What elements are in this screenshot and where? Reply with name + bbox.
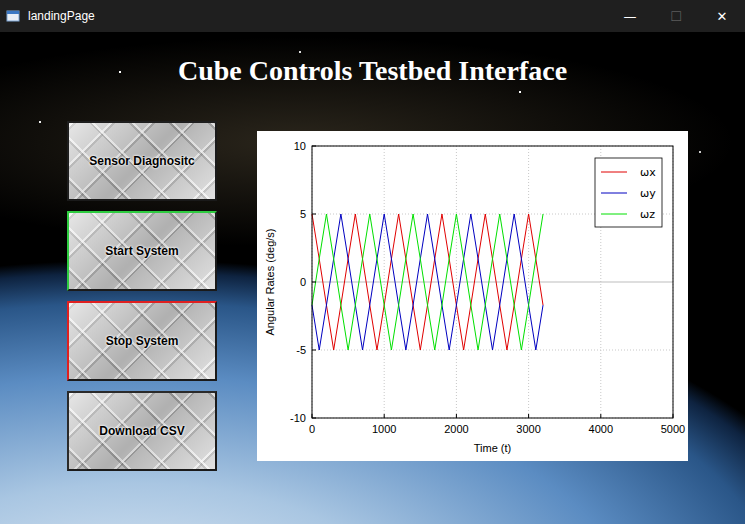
app-window: landingPage —☐✕Cube Controls Testbed Inte… xyxy=(0,0,745,524)
tick-mark xyxy=(600,414,601,418)
close-button[interactable]: ✕ xyxy=(699,0,745,32)
action-button[interactable]: Sensor Diagnositc xyxy=(67,121,217,201)
tick-mark xyxy=(456,414,457,418)
tick-mark xyxy=(312,282,316,283)
line-chart: 0 1000 2000 3000 4000 5000 10 5 0 -5 -10 Time (t) An… xyxy=(257,131,688,461)
y-tick-label: 10 xyxy=(294,140,306,152)
x-tick-label: 0 xyxy=(309,423,315,435)
plot-area xyxy=(312,146,673,418)
y-tick-label: -10 xyxy=(290,412,306,424)
x-tick-label: 2000 xyxy=(444,423,468,435)
window-controls: —☐✕ xyxy=(607,0,745,32)
action-button[interactable]: Download CSV xyxy=(67,391,217,471)
legend-swatch xyxy=(601,172,627,173)
tick-mark xyxy=(673,414,674,418)
action-button[interactable]: Start System xyxy=(67,211,217,291)
tick-mark xyxy=(312,350,316,351)
action-button[interactable]: Stop System xyxy=(67,301,217,381)
window-title: landingPage xyxy=(28,9,95,23)
maximize-button: ☐ xyxy=(653,0,699,32)
tick-mark xyxy=(528,414,529,418)
title-bar: landingPage —☐✕ xyxy=(0,0,745,32)
legend-label: ωx xyxy=(640,166,656,179)
legend-label: ωy xyxy=(640,187,656,200)
tick-mark xyxy=(312,418,316,419)
legend-swatch xyxy=(601,214,627,215)
tick-mark xyxy=(312,146,316,147)
series-line xyxy=(312,214,543,350)
x-axis-title: Time (t) xyxy=(474,442,511,454)
legend-label: ωz xyxy=(640,208,655,221)
tick-mark xyxy=(312,214,316,215)
x-tick-label: 1000 xyxy=(372,423,396,435)
page-heading: Cube Controls Testbed Interface xyxy=(0,32,745,88)
series-line xyxy=(312,214,543,350)
x-tick-label: 5000 xyxy=(661,423,685,435)
chart-panel: 0 1000 2000 3000 4000 5000 10 5 0 -5 -10 Time (t) An… xyxy=(257,131,688,461)
button-column: Sensor Diagnositc Start System Stop System… xyxy=(67,121,217,471)
app-icon xyxy=(6,9,20,23)
content-row: Sensor Diagnositc Start System Stop System… xyxy=(0,121,745,471)
legend: ωx ωy ωz xyxy=(595,158,662,227)
y-tick-label: 0 xyxy=(300,276,306,288)
y-axis-title: Angular Rates (deg/s) xyxy=(264,229,276,336)
minimize-button[interactable]: — xyxy=(607,0,653,32)
x-tick-label: 4000 xyxy=(589,423,613,435)
tick-mark xyxy=(384,414,385,418)
y-tick-label: -5 xyxy=(296,344,306,356)
x-tick-label: 3000 xyxy=(516,423,540,435)
grid-line xyxy=(312,214,673,215)
plot-border xyxy=(312,146,673,418)
y-tick-label: 5 xyxy=(300,208,306,220)
legend-swatch xyxy=(601,193,627,194)
background-photo: Cube Controls Testbed Interface Sensor Di… xyxy=(0,32,745,524)
series-line xyxy=(312,214,543,350)
tick-mark xyxy=(312,414,313,418)
